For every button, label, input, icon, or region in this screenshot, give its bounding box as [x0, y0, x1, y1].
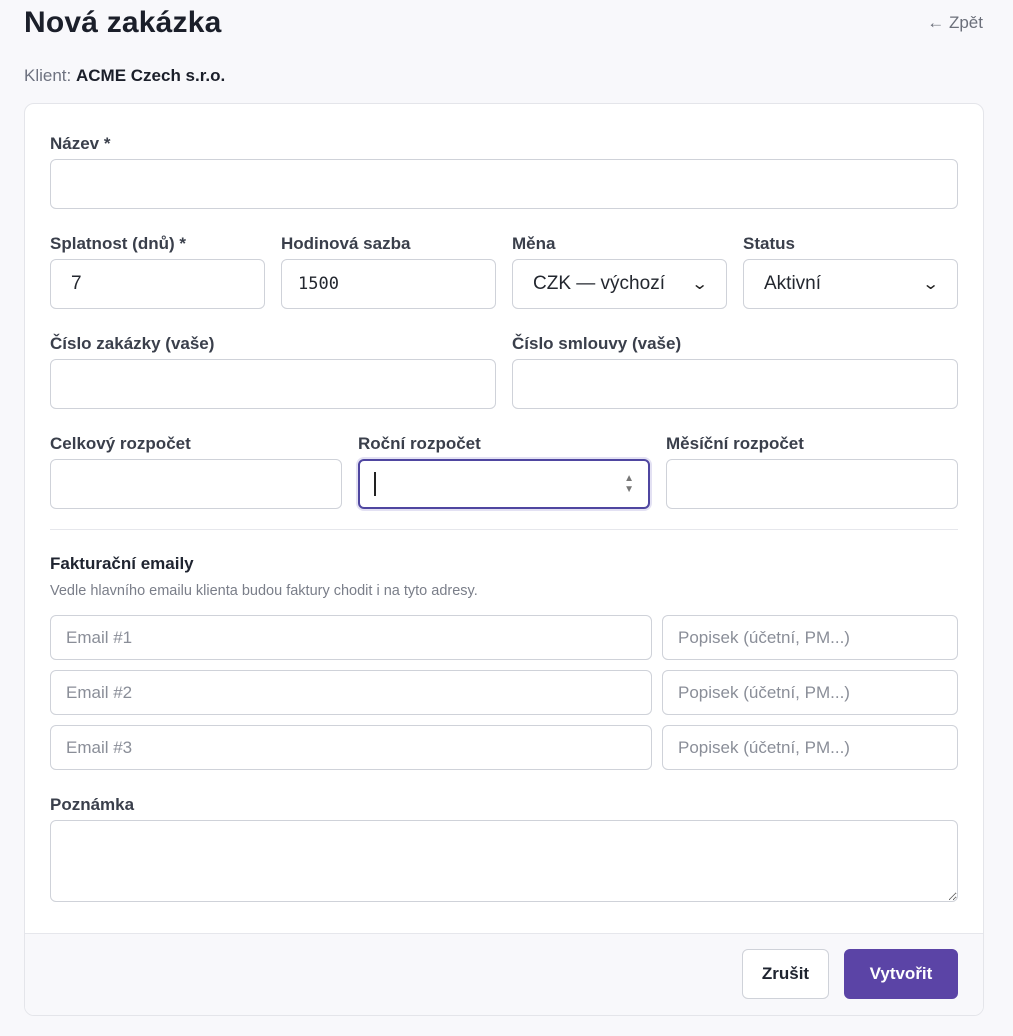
note-label: Poznámka — [50, 795, 135, 814]
email-note-input-3[interactable]: Popisek (účetní, PM...) — [662, 725, 958, 770]
spinner-arrows-icon[interactable]: ▲ ▼ — [624, 474, 634, 495]
name-label: Název * — [50, 134, 111, 153]
email-input-1[interactable]: Email #1 — [50, 615, 652, 660]
chevron-down-icon: ⌄ — [921, 276, 940, 293]
currency-selected: CZK — výchozí — [533, 273, 665, 294]
status-selected: Aktivní — [764, 273, 822, 294]
create-button[interactable]: Vytvořit — [844, 949, 958, 999]
total-budget-input[interactable] — [50, 459, 342, 509]
client-name: ACME Czech s.r.o. — [75, 66, 226, 85]
yearly-budget-label: Roční rozpočet — [358, 434, 481, 453]
contract-number-label: Číslo smlouvy (vaše) — [512, 334, 682, 353]
chevron-down-icon: ⌄ — [690, 276, 709, 293]
text-caret — [374, 472, 376, 496]
contract-number-input[interactable] — [512, 359, 958, 409]
note-textarea[interactable] — [50, 820, 958, 902]
order-number-label: Číslo zakázky (vaše) — [50, 334, 215, 353]
yearly-budget-input[interactable]: ▲ ▼ — [358, 459, 650, 509]
currency-select[interactable]: CZK — výchozí ⌄ — [512, 259, 727, 309]
hourly-rate-label: Hodinová sazba — [281, 234, 411, 253]
email-input-2[interactable]: Email #2 — [50, 670, 652, 715]
billing-emails-hint: Vedle hlavního emailu klienta budou fakt… — [50, 583, 478, 599]
hourly-rate-input[interactable]: 1500 — [281, 259, 496, 309]
client-prefix: Klient: — [24, 66, 72, 85]
email-input-3[interactable]: Email #3 — [50, 725, 652, 770]
status-label: Status — [743, 234, 795, 253]
status-select[interactable]: Aktivní ⌄ — [743, 259, 958, 309]
email-note-input-1[interactable]: Popisek (účetní, PM...) — [662, 615, 958, 660]
due-days-label: Splatnost (dnů) * — [50, 234, 186, 253]
name-input[interactable] — [50, 159, 958, 209]
currency-label: Měna — [512, 234, 556, 253]
client-info: Klient: ACME Czech s.r.o. — [24, 66, 225, 86]
form-card: Název * Splatnost (dnů) * 7 Hodinová saz… — [24, 103, 984, 1016]
monthly-budget-label: Měsíční rozpočet — [666, 434, 804, 453]
due-days-input[interactable]: 7 — [50, 259, 265, 309]
monthly-budget-input[interactable] — [666, 459, 958, 509]
total-budget-label: Celkový rozpočet — [50, 434, 191, 453]
order-number-input[interactable] — [50, 359, 496, 409]
billing-emails-title: Fakturační emaily — [50, 554, 194, 573]
form-footer: Zrušit Vytvořit — [25, 933, 983, 1015]
back-link[interactable]: ← Zpět — [927, 13, 983, 33]
email-note-input-2[interactable]: Popisek (účetní, PM...) — [662, 670, 958, 715]
divider — [50, 529, 958, 530]
page-title: Nová zakázka — [24, 6, 222, 39]
cancel-button[interactable]: Zrušit — [742, 949, 829, 999]
